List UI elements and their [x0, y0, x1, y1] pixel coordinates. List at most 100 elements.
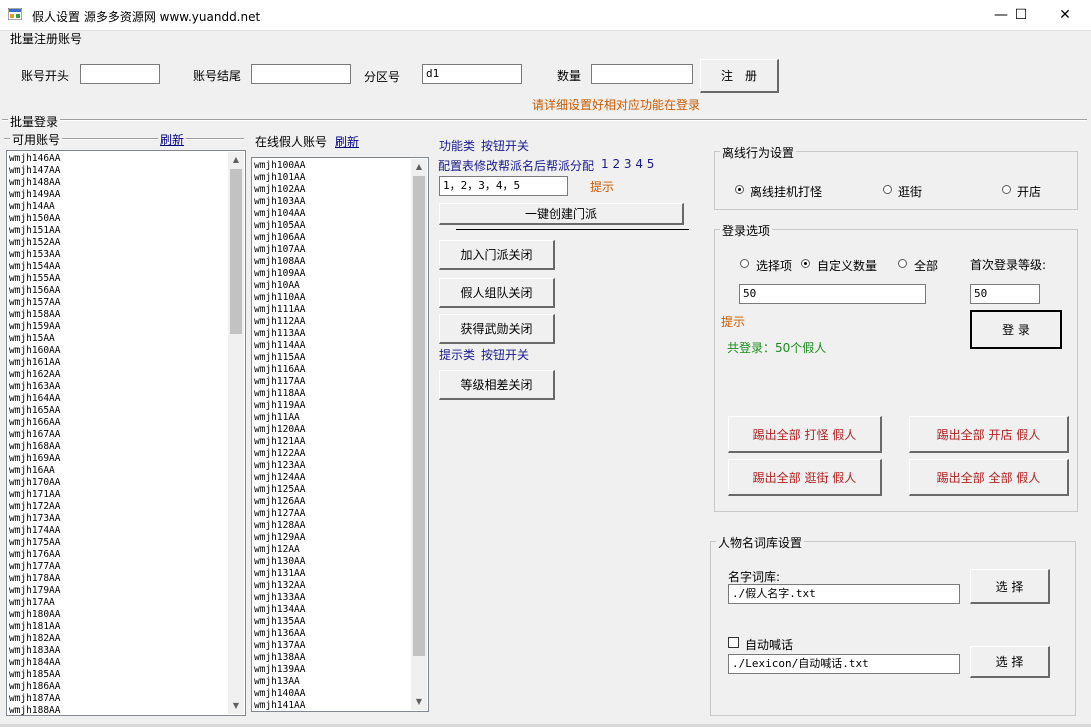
list-item[interactable]: wmjh171AA — [9, 489, 60, 501]
list-item[interactable]: wmjh159AA — [9, 321, 60, 333]
list-item[interactable]: wmjh114AA — [254, 340, 305, 352]
list-item[interactable]: wmjh172AA — [9, 501, 60, 513]
login-option-all[interactable]: 全部 — [914, 257, 938, 274]
list-item[interactable]: wmjh104AA — [254, 208, 305, 220]
register-button[interactable]: 注 册 — [700, 59, 779, 93]
auto-shout-checkbox[interactable] — [728, 637, 739, 648]
list-item[interactable]: wmjh126AA — [254, 496, 305, 508]
login-count-input[interactable]: 50 — [739, 284, 926, 304]
list-item[interactable]: wmjh150AA — [9, 213, 60, 225]
offline-radio-fight[interactable] — [735, 185, 744, 194]
list-item[interactable]: wmjh109AA — [254, 268, 305, 280]
list-item[interactable]: wmjh152AA — [9, 237, 60, 249]
list-item[interactable]: wmjh187AA — [9, 693, 60, 705]
create-sect-button[interactable]: 一键创建门派 — [439, 203, 684, 225]
scroll-up-icon[interactable]: ▲ — [411, 159, 427, 175]
offline-option-fight[interactable]: 离线挂机打怪 — [750, 183, 822, 200]
list-item[interactable]: wmjh166AA — [9, 417, 60, 429]
kick-all-button[interactable]: 踢出全部 全部 假人 — [909, 459, 1069, 496]
list-item[interactable]: wmjh127AA — [254, 508, 305, 520]
list-item[interactable]: wmjh139AA — [254, 664, 305, 676]
online-accounts-list[interactable]: wmjh100AA wmjh101AA wmjh102AA wmjh103AA wmjh… — [251, 157, 429, 712]
list-item[interactable]: wmjh112AA — [254, 316, 305, 328]
login-radio-all[interactable] — [898, 259, 907, 268]
login-radio-select[interactable] — [740, 259, 749, 268]
list-item[interactable]: wmjh170AA — [9, 477, 60, 489]
list-item[interactable]: wmjh116AA — [254, 364, 305, 376]
list-item[interactable]: wmjh17AA — [9, 597, 60, 609]
online-refresh-link[interactable]: 刷新 — [335, 133, 359, 150]
select-auto-shout-button[interactable]: 选 择 — [970, 646, 1050, 678]
login-option-custom[interactable]: 自定义数量 — [817, 257, 877, 274]
list-item[interactable]: wmjh138AA — [254, 652, 305, 664]
scroll-thumb[interactable] — [230, 169, 242, 334]
list-item[interactable]: wmjh177AA — [9, 561, 60, 573]
list-item[interactable]: wmjh134AA — [254, 604, 305, 616]
list-item[interactable]: wmjh113AA — [254, 328, 305, 340]
list-item[interactable]: wmjh15AA — [9, 333, 60, 345]
count-input[interactable] — [591, 64, 693, 84]
online-scrollbar[interactable]: ▲ ▼ — [411, 159, 427, 710]
list-item[interactable]: wmjh135AA — [254, 616, 305, 628]
list-item[interactable]: wmjh14AA — [9, 201, 60, 213]
list-item[interactable]: wmjh176AA — [9, 549, 60, 561]
list-item[interactable]: wmjh180AA — [9, 609, 60, 621]
scroll-down-icon[interactable]: ▼ — [228, 698, 244, 714]
join-sect-button[interactable]: 加入门派关闭 — [439, 240, 555, 270]
available-accounts-list[interactable]: wmjh146AA wmjh147AA wmjh148AA wmjh149AA wmjh… — [6, 150, 246, 716]
list-item[interactable]: wmjh185AA — [9, 669, 60, 681]
list-item[interactable]: wmjh125AA — [254, 484, 305, 496]
auto-shout-path-input[interactable]: ./Lexicon/自动喊话.txt — [728, 654, 960, 674]
list-item[interactable]: wmjh133AA — [254, 592, 305, 604]
zone-input[interactable]: d1 — [422, 64, 522, 84]
list-item[interactable]: wmjh153AA — [9, 249, 60, 261]
list-item[interactable]: wmjh16AA — [9, 465, 60, 477]
list-item[interactable]: wmjh182AA — [9, 633, 60, 645]
list-item[interactable]: wmjh156AA — [9, 285, 60, 297]
list-item[interactable]: wmjh107AA — [254, 244, 305, 256]
list-item[interactable]: wmjh121AA — [254, 436, 305, 448]
config-input[interactable]: 1，2，3，4，5 — [439, 176, 568, 196]
list-item[interactable]: wmjh141AA — [254, 700, 305, 711]
login-radio-custom[interactable] — [801, 259, 810, 268]
list-item[interactable]: wmjh132AA — [254, 580, 305, 592]
medal-button[interactable]: 获得武勋关闭 — [439, 314, 555, 344]
list-item[interactable]: wmjh164AA — [9, 393, 60, 405]
list-item[interactable]: wmjh147AA — [9, 165, 60, 177]
maximize-button[interactable]: ☐ — [998, 0, 1044, 30]
list-item[interactable]: wmjh165AA — [9, 405, 60, 417]
account-start-input[interactable] — [80, 64, 160, 84]
list-item[interactable]: wmjh181AA — [9, 621, 60, 633]
list-item[interactable]: wmjh119AA — [254, 400, 305, 412]
list-item[interactable]: wmjh161AA — [9, 357, 60, 369]
name-lib-path-input[interactable]: ./假人名字.txt — [728, 584, 960, 604]
list-item[interactable]: wmjh115AA — [254, 352, 305, 364]
list-item[interactable]: wmjh131AA — [254, 568, 305, 580]
list-item[interactable]: wmjh136AA — [254, 628, 305, 640]
list-item[interactable]: wmjh148AA — [9, 177, 60, 189]
list-item[interactable]: wmjh162AA — [9, 369, 60, 381]
list-item[interactable]: wmjh160AA — [9, 345, 60, 357]
list-item[interactable]: wmjh154AA — [9, 261, 60, 273]
list-item[interactable]: wmjh186AA — [9, 681, 60, 693]
list-item[interactable]: wmjh178AA — [9, 573, 60, 585]
list-item[interactable]: wmjh103AA — [254, 196, 305, 208]
list-item[interactable]: wmjh173AA — [9, 513, 60, 525]
list-item[interactable]: wmjh120AA — [254, 424, 305, 436]
offline-option-stroll[interactable]: 逛街 — [898, 183, 922, 200]
list-item[interactable]: wmjh167AA — [9, 429, 60, 441]
list-item[interactable]: wmjh117AA — [254, 376, 305, 388]
list-item[interactable]: wmjh155AA — [9, 273, 60, 285]
kick-fight-button[interactable]: 踢出全部 打怪 假人 — [728, 416, 882, 453]
list-item[interactable]: wmjh101AA — [254, 172, 305, 184]
list-item[interactable]: wmjh146AA — [9, 153, 60, 165]
list-item[interactable]: wmjh11AA — [254, 412, 305, 424]
kick-stroll-button[interactable]: 踢出全部 逛街 假人 — [728, 459, 882, 496]
list-item[interactable]: wmjh168AA — [9, 441, 60, 453]
offline-radio-stroll[interactable] — [883, 185, 892, 194]
close-button[interactable]: ✕ — [1042, 0, 1088, 30]
list-item[interactable]: wmjh13AA — [254, 676, 305, 688]
list-item[interactable]: wmjh108AA — [254, 256, 305, 268]
available-refresh-link[interactable]: 刷新 — [158, 131, 187, 148]
list-item[interactable]: wmjh102AA — [254, 184, 305, 196]
